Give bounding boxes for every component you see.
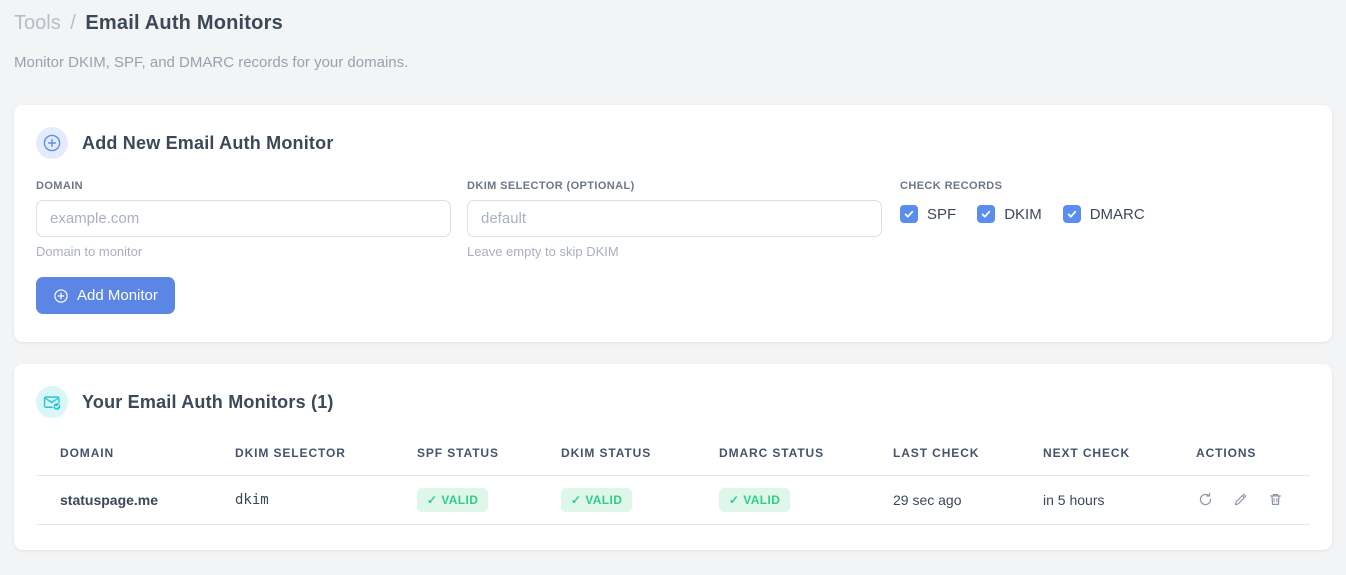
refresh-button[interactable]	[1196, 490, 1215, 509]
monitor-next-check: in 5 hours	[1019, 475, 1172, 525]
email-check-icon	[36, 386, 68, 418]
check-records-label: CHECK RECORDS	[900, 180, 1003, 192]
plus-circle-icon	[53, 288, 69, 304]
add-monitor-form: DOMAIN Domain to monitor DKIM SELECTOR (…	[36, 180, 1310, 259]
table-row: statuspage.me dkim ✓ VALID ✓ VALID ✓ VAL…	[36, 475, 1310, 525]
dkim-checkbox[interactable]	[977, 205, 996, 223]
spf-checkbox[interactable]	[900, 205, 918, 223]
breadcrumb: Tools / Email Auth Monitors	[14, 10, 1332, 35]
spf-status-badge: ✓ VALID	[417, 488, 489, 512]
domain-hint: Domain to monitor	[36, 244, 143, 259]
column-header-spf-status: SPF STATUS	[393, 434, 537, 476]
page-title: Email Auth Monitors	[85, 12, 283, 34]
dkim-status-badge: ✓ VALID	[561, 488, 633, 512]
dmarc-status-badge: ✓ VALID	[719, 488, 791, 512]
column-header-dmarc-status: DMARC STATUS	[695, 434, 869, 476]
monitors-table-header: DOMAIN DKIM SELECTOR SPF STATUS DKIM STA…	[36, 434, 1310, 476]
column-header-dkim-selector: DKIM SELECTOR	[211, 434, 393, 476]
add-monitor-card-header: Add New Email Auth Monitor	[36, 127, 1310, 159]
dkim-selector-hint: Leave empty to skip DKIM	[467, 244, 619, 259]
monitors-table: DOMAIN DKIM SELECTOR SPF STATUS DKIM STA…	[36, 434, 1310, 525]
spf-checkbox-label: SPF	[927, 205, 957, 223]
dkim-checkbox-option[interactable]: DKIM	[977, 205, 1042, 223]
dkim-selector-input[interactable]	[467, 200, 882, 237]
email-auth-monitors-page: Tools / Email Auth Monitors Monitor DKIM…	[0, 0, 1346, 550]
monitors-list-card-title: Your Email Auth Monitors (1)	[82, 391, 334, 412]
breadcrumb-separator: /	[70, 12, 76, 34]
domain-field-group: DOMAIN Domain to monitor	[36, 180, 451, 259]
plus-circle-icon	[36, 127, 68, 159]
monitor-last-check: 29 sec ago	[869, 475, 1019, 525]
add-monitor-button[interactable]: Add Monitor	[36, 277, 175, 314]
dkim-selector-label: DKIM SELECTOR (OPTIONAL)	[467, 180, 635, 192]
spf-checkbox-option[interactable]: SPF	[900, 205, 956, 223]
page-subtitle: Monitor DKIM, SPF, and DMARC records for…	[14, 54, 409, 71]
domain-label: DOMAIN	[36, 180, 84, 192]
dmarc-checkbox-label: DMARC	[1089, 205, 1145, 223]
monitor-dkim-selector: dkim	[211, 475, 393, 525]
dmarc-checkbox[interactable]	[1062, 205, 1081, 223]
check-records-group: CHECK RECORDS SPF DKIM DMARC	[900, 180, 1166, 259]
column-header-actions: ACTIONS	[1172, 434, 1310, 476]
dkim-checkbox-label: DKIM	[1004, 205, 1042, 223]
check-records-options: SPF DKIM DMARC	[900, 205, 1166, 223]
delete-button[interactable]	[1266, 490, 1285, 509]
pencil-icon	[1234, 494, 1246, 506]
monitor-actions	[1172, 475, 1310, 525]
refresh-icon	[1199, 492, 1212, 506]
trash-icon	[1269, 494, 1281, 505]
column-header-last-check: LAST CHECK	[869, 434, 1019, 476]
add-monitor-card-title: Add New Email Auth Monitor	[82, 132, 334, 153]
monitor-domain: statuspage.me	[36, 475, 211, 525]
column-header-domain: DOMAIN	[36, 434, 211, 476]
monitors-list-card: Your Email Auth Monitors (1) DOMAIN DKIM…	[14, 364, 1332, 550]
dkim-selector-field-group: DKIM SELECTOR (OPTIONAL) Leave empty to …	[467, 180, 882, 259]
column-header-next-check: NEXT CHECK	[1019, 434, 1172, 476]
dmarc-checkbox-option[interactable]: DMARC	[1062, 205, 1145, 223]
edit-button[interactable]	[1231, 490, 1250, 509]
add-monitor-card: Add New Email Auth Monitor DOMAIN Domain…	[14, 105, 1332, 342]
domain-input[interactable]	[36, 200, 451, 237]
monitors-list-card-header: Your Email Auth Monitors (1)	[36, 386, 1310, 418]
column-header-dkim-status: DKIM STATUS	[537, 434, 695, 476]
breadcrumb-tools-link[interactable]: Tools	[14, 12, 61, 34]
add-monitor-button-label: Add Monitor	[77, 287, 158, 304]
